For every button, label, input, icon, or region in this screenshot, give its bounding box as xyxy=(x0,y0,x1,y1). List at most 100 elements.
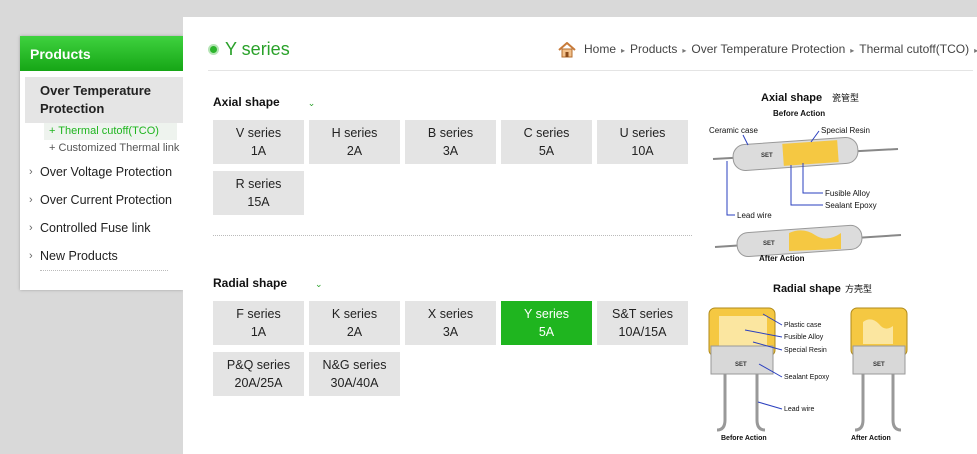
plus-icon: + xyxy=(49,125,56,137)
sidebar-subitem-thermal-cutoff[interactable]: + Thermal cutoff(TCO) xyxy=(44,123,177,140)
set-marking: SET xyxy=(761,153,773,159)
sidebar-item-over-current[interactable]: › Over Current Protection xyxy=(20,186,183,214)
series-name: S&T series xyxy=(612,307,673,321)
sidebar-item-label: Over Current Protection xyxy=(40,193,172,207)
sidebar-item-over-temperature[interactable]: Over Temperature Protection xyxy=(25,77,183,123)
label-sealant-epoxy: Sealant Epoxy xyxy=(784,374,830,381)
series-rating: 10A xyxy=(631,144,654,158)
series-tile-c[interactable]: C series 5A xyxy=(501,120,592,164)
label-lead-wire: Lead wire xyxy=(737,211,772,220)
diagram-title: Axial shape xyxy=(761,92,822,104)
series-rating: 3A xyxy=(442,144,459,158)
series-rating: 5A xyxy=(538,325,555,339)
special-resin-shape xyxy=(782,140,839,166)
series-rating: 20A/25A xyxy=(234,376,283,390)
chevron-right-icon: › xyxy=(29,222,33,234)
series-name: F series xyxy=(236,307,281,321)
breadcrumb-separator-icon: ▸ xyxy=(850,46,855,56)
set-marking: SET xyxy=(763,241,775,247)
breadcrumb-products[interactable]: Products xyxy=(630,42,677,56)
bullet-icon xyxy=(208,43,219,55)
series-name: H series xyxy=(331,126,378,140)
after-action-label: After Action xyxy=(759,254,805,262)
label-plastic-case: Plastic case xyxy=(784,322,821,329)
label-special-resin: Special Resin xyxy=(821,126,870,135)
sidebar-item-label: Over Voltage Protection xyxy=(40,165,173,179)
before-action-label: Before Action xyxy=(773,109,825,118)
series-rating: 3A xyxy=(442,325,459,339)
series-tile-n-g[interactable]: N&G series 30A/40A xyxy=(309,352,400,396)
label-special-resin: Special Resin xyxy=(784,347,827,354)
series-rating: 10A/15A xyxy=(618,325,667,339)
chevron-down-icon: ⌄ xyxy=(315,279,323,289)
radial-shape-diagram: Radial shape 方壳型 SET Plastic case Fusibl… xyxy=(708,283,908,442)
fusible-alloy-shape xyxy=(719,316,767,346)
sidebar-item-new-products[interactable]: › New Products xyxy=(20,242,183,270)
label-ceramic-case: Ceramic case xyxy=(709,126,758,135)
breadcrumb-thermal-cutoff[interactable]: Thermal cutoff(TCO) xyxy=(859,42,969,56)
series-tile-k[interactable]: K series 2A xyxy=(309,301,400,345)
sealant-epoxy-shape xyxy=(852,345,906,375)
axial-shape-diagram: Axial shape 瓷管型 Before Action SET Cerami… xyxy=(709,92,902,262)
series-tile-h[interactable]: H series 2A xyxy=(309,120,400,164)
series-tile-u[interactable]: U series 10A xyxy=(597,120,688,164)
sidebar-subitem-customized-thermal-link[interactable]: + Customized Thermal link xyxy=(20,140,183,157)
series-tile-b[interactable]: B series 3A xyxy=(405,120,496,164)
chevron-down-icon: ⌄ xyxy=(307,98,316,108)
breadcrumb-over-temperature[interactable]: Over Temperature Protection xyxy=(691,42,845,56)
series-tile-y-selected[interactable]: Y series 5A xyxy=(501,301,592,345)
sidebar-item-over-voltage[interactable]: › Over Voltage Protection xyxy=(20,158,183,186)
series-rating: 30A/40A xyxy=(330,376,379,390)
axial-shape-heading[interactable]: Axial shape ⌄ xyxy=(213,95,315,109)
home-icon[interactable] xyxy=(558,42,576,58)
radial-shape-label: Radial shape xyxy=(213,276,288,290)
diagram-title: Radial shape xyxy=(773,283,841,295)
lead-wire-shape xyxy=(891,374,902,432)
breadcrumb: Home ▸ Products ▸ Over Temperature Protectio… xyxy=(558,42,977,58)
sidebar-title: Products xyxy=(20,36,183,71)
series-name: U series xyxy=(619,126,666,140)
series-tile-p-q[interactable]: P&Q series 20A/25A xyxy=(213,352,304,396)
breadcrumb-separator-icon: ▸ xyxy=(682,46,687,56)
series-name: X series xyxy=(427,307,474,321)
plus-icon: + xyxy=(49,142,56,154)
series-name: P&Q series xyxy=(226,358,291,372)
series-tile-f[interactable]: F series 1A xyxy=(213,301,304,345)
diagram-title-cn: 方壳型 xyxy=(845,283,872,294)
chevron-right-icon: › xyxy=(29,250,33,262)
breadcrumb-separator-icon: ▸ xyxy=(621,46,626,56)
lead-wire-shape xyxy=(854,374,865,432)
page-title-text: Y series xyxy=(225,39,290,59)
series-name: V series xyxy=(235,126,282,140)
series-name: Y series xyxy=(524,307,569,321)
set-marking: SET xyxy=(873,362,885,368)
before-action-label: Before Action xyxy=(721,435,767,442)
set-marking: SET xyxy=(735,362,747,368)
label-sealant-epoxy: Sealant Epoxy xyxy=(825,201,877,210)
axial-shape-label: Axial shape xyxy=(213,95,280,109)
series-rating: 1A xyxy=(250,325,267,339)
series-tile-r[interactable]: R series 15A xyxy=(213,171,304,215)
sidebar: Products Over Temperature Protection + T… xyxy=(20,36,183,290)
title-divider xyxy=(208,70,973,71)
series-tile-x[interactable]: X series 3A xyxy=(405,301,496,345)
diagram-title-cn: 瓷管型 xyxy=(832,92,859,103)
series-tile-v[interactable]: V series 1A xyxy=(213,120,304,164)
series-rating: 5A xyxy=(538,144,555,158)
series-name: R series xyxy=(235,177,282,191)
sidebar-item-controlled-fuse-link[interactable]: › Controlled Fuse link xyxy=(20,214,183,242)
sidebar-item-label: Controlled Fuse link xyxy=(40,221,151,235)
section-divider xyxy=(213,235,692,236)
sealant-epoxy-shape xyxy=(710,345,774,375)
radial-shape-heading[interactable]: Radial shape ⌄ xyxy=(213,276,323,290)
sidebar-item-label: New Products xyxy=(40,249,118,263)
page-title: Y series xyxy=(208,39,290,60)
series-tile-s-t[interactable]: S&T series 10A/15A xyxy=(597,301,688,345)
breadcrumb-home[interactable]: Home xyxy=(584,42,616,56)
series-name: B series xyxy=(427,126,474,140)
sidebar-divider xyxy=(40,270,168,271)
series-rating: 2A xyxy=(346,325,363,339)
sidebar-subitem-label: Thermal cutoff(TCO) xyxy=(58,125,159,137)
series-name: K series xyxy=(331,307,378,321)
series-name: N&G series xyxy=(322,358,387,372)
